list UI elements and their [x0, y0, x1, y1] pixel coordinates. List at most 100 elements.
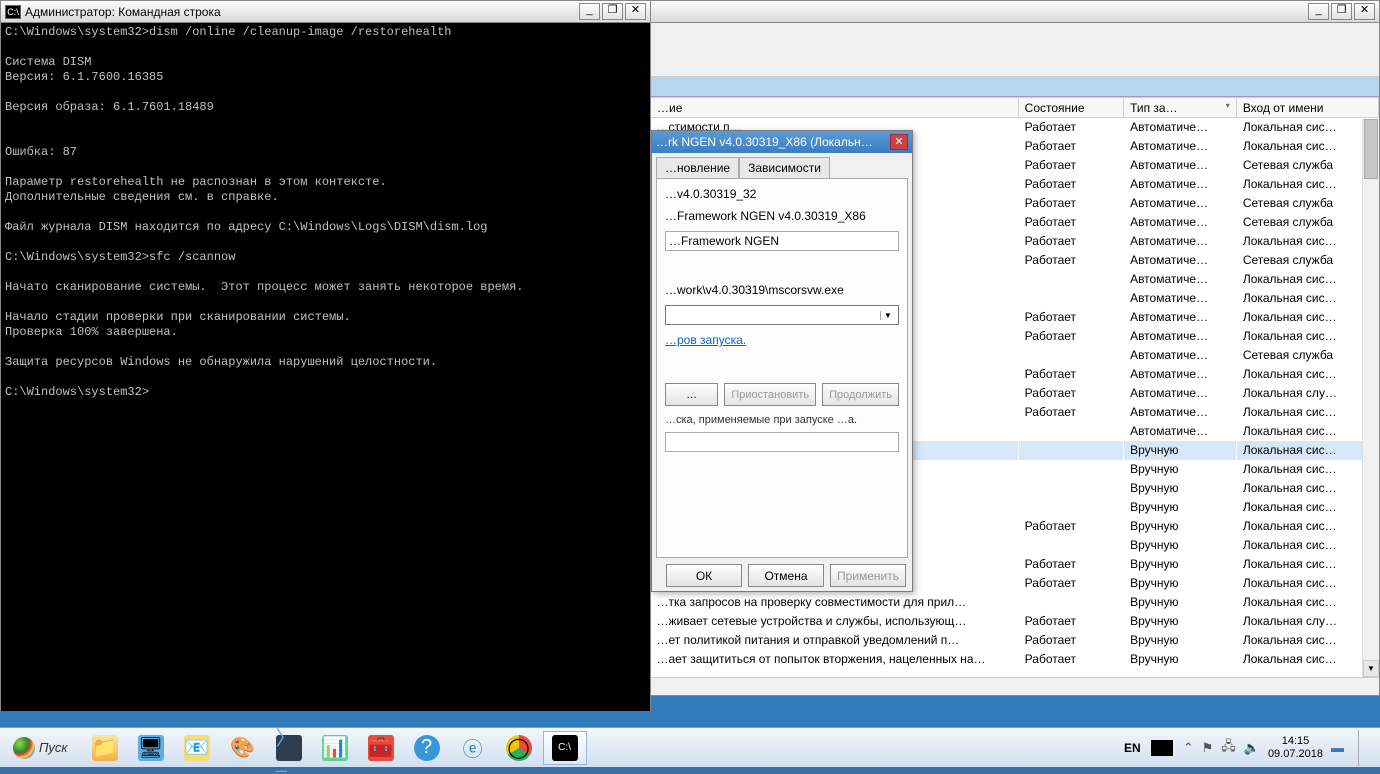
scrollbar-down-icon[interactable]: ▼	[1363, 660, 1379, 677]
paint-icon[interactable]: 🎨	[221, 731, 265, 765]
services-header-row: …ие Состояние Тип за…▾ Вход от имени	[651, 98, 1379, 118]
cell-state	[1018, 593, 1123, 612]
outlook-icon[interactable]: 📧	[175, 731, 219, 765]
cell-login: Локальная сис…	[1236, 270, 1378, 289]
table-row[interactable]: …ает защититься от попыток вторжения, на…	[651, 650, 1379, 669]
windows-logo-icon	[13, 737, 35, 759]
toolbox-icon[interactable]: 🧰	[359, 731, 403, 765]
cell-state: Работает	[1018, 213, 1123, 232]
cell-state	[1018, 441, 1123, 460]
cell-type: Вручную	[1124, 555, 1237, 574]
cell-state	[1018, 289, 1123, 308]
services-statusbar	[650, 677, 1379, 695]
tray-unknown-icon[interactable]	[1151, 740, 1173, 756]
start-params-input[interactable]	[665, 432, 899, 452]
cell-desc: …живает сетевые устройства и службы, исп…	[651, 612, 1019, 631]
clock-time: 14:15	[1268, 735, 1323, 748]
cell-desc: …ает защититься от попыток вторжения, на…	[651, 650, 1019, 669]
system-tray: EN ⌃ ⚑ 🖧 🔈 14:15 09.07.2018 ▬	[1124, 730, 1376, 766]
flag-icon[interactable]: ⚑	[1202, 740, 1214, 756]
cell-login: Локальная слу…	[1236, 384, 1378, 403]
startup-type-combo[interactable]: ▼	[665, 305, 899, 325]
cell-state	[1018, 536, 1123, 555]
col-state[interactable]: Состояние	[1018, 98, 1123, 118]
table-row[interactable]: …тка запросов на проверку совместимости …	[651, 593, 1379, 612]
start-button[interactable]: Пуск	[4, 732, 77, 764]
network-icon[interactable]: 🖧	[1221, 737, 1236, 759]
table-row[interactable]: …живает сетевые устройства и службы, исп…	[651, 612, 1379, 631]
cmd-close-button[interactable]: ✕	[625, 3, 646, 20]
cell-state: Работает	[1018, 137, 1123, 156]
properties-titlebar[interactable]: …rk NGEN v4.0.30319_X86 (Локальн… ✕	[652, 131, 912, 153]
cell-login: Локальная сис…	[1236, 650, 1378, 669]
cell-desc: …ет политикой питания и отправкой уведом…	[651, 631, 1019, 650]
properties-title: …rk NGEN v4.0.30319_X86 (Локальн…	[656, 135, 890, 149]
cell-login: Локальная сис…	[1236, 289, 1378, 308]
cell-state: Работает	[1018, 384, 1123, 403]
cmd-minimize-button[interactable]: _	[579, 3, 600, 20]
cell-desc: …тка запросов на проверку совместимости …	[651, 593, 1019, 612]
taskbar-clock[interactable]: 14:15 09.07.2018	[1268, 735, 1323, 761]
scrollbar-thumb[interactable]	[1364, 119, 1378, 179]
col-logon[interactable]: Вход от имени	[1236, 98, 1378, 118]
volume-icon[interactable]: 🔈	[1244, 740, 1260, 756]
cell-state	[1018, 422, 1123, 441]
services-minimize-button[interactable]: _	[1308, 3, 1329, 20]
cell-login: Локальная сис…	[1236, 232, 1378, 251]
cell-login: Локальная сис…	[1236, 460, 1378, 479]
services-scrollbar[interactable]: ▼	[1362, 119, 1379, 677]
cell-state	[1018, 479, 1123, 498]
taskbar-pinned: 📁 🖥 📧 🎨 〉_ 📊 🧰 ? ⓔ ◯ C:\	[83, 731, 587, 765]
task-manager-icon[interactable]: 📊	[313, 731, 357, 765]
start-button[interactable]: …	[665, 383, 718, 406]
server-manager-icon[interactable]: 🖥	[129, 731, 173, 765]
tab-recovery[interactable]: …новление	[656, 157, 739, 178]
cell-type: Вручную	[1124, 479, 1237, 498]
cell-type: Автоматиче…	[1124, 403, 1237, 422]
cmd-terminal[interactable]: C:\Windows\system32>dism /online /cleanu…	[1, 23, 650, 711]
display-name-value: …Framework NGEN v4.0.30319_X86	[665, 209, 899, 223]
properties-close-button[interactable]: ✕	[890, 134, 908, 150]
table-row[interactable]: …ет политикой питания и отправкой уведом…	[651, 631, 1379, 650]
ok-button[interactable]: ОК	[666, 564, 742, 587]
properties-body: …v4.0.30319_32 …Framework NGEN v4.0.3031…	[656, 178, 908, 558]
cmd-titlebar[interactable]: C:\ Администратор: Командная строка _ ❐ …	[1, 1, 650, 23]
cell-state: Работает	[1018, 118, 1123, 137]
cell-state: Работает	[1018, 308, 1123, 327]
tray-expand-icon[interactable]: ⌃	[1183, 740, 1194, 756]
cell-type: Автоматиче…	[1124, 232, 1237, 251]
tray-app-icon[interactable]: ▬	[1331, 740, 1344, 755]
cell-type: Вручную	[1124, 650, 1237, 669]
cell-type: Вручную	[1124, 612, 1237, 631]
help-icon[interactable]: ?	[405, 731, 449, 765]
cell-login: Локальная сис…	[1236, 574, 1378, 593]
col-startup-type[interactable]: Тип за…▾	[1124, 98, 1237, 118]
cell-login: Сетевая служба	[1236, 156, 1378, 175]
ie-icon[interactable]: ⓔ	[451, 731, 495, 765]
services-maximize-button[interactable]: ❐	[1331, 3, 1352, 20]
language-indicator[interactable]: EN	[1124, 741, 1141, 755]
description-input[interactable]	[665, 231, 899, 251]
resume-button: Продолжить	[822, 383, 899, 406]
cmd-maximize-button[interactable]: ❐	[602, 3, 623, 20]
cell-type: Автоматиче…	[1124, 213, 1237, 232]
cell-state	[1018, 270, 1123, 289]
cell-type: Автоматиче…	[1124, 156, 1237, 175]
cmd-title: Администратор: Командная строка	[25, 5, 579, 19]
tab-dependencies[interactable]: Зависимости	[739, 157, 830, 178]
cmd-taskbar-icon[interactable]: C:\	[543, 731, 587, 765]
cell-type: Вручную	[1124, 593, 1237, 612]
show-desktop-button[interactable]	[1358, 730, 1370, 766]
startup-help-link[interactable]: …ров запуска.	[665, 333, 746, 347]
services-close-button[interactable]: ✕	[1354, 3, 1375, 20]
powershell-icon[interactable]: 〉_	[267, 731, 311, 765]
col-description[interactable]: …ие	[651, 98, 1019, 118]
services-header-strip	[650, 77, 1379, 97]
cell-type: Вручную	[1124, 517, 1237, 536]
cell-state: Работает	[1018, 251, 1123, 270]
services-titlebar: _ ❐ ✕	[650, 1, 1379, 23]
cell-type: Автоматиче…	[1124, 384, 1237, 403]
chrome-icon[interactable]: ◯	[497, 731, 541, 765]
explorer-icon[interactable]: 📁	[83, 731, 127, 765]
cancel-button[interactable]: Отмена	[748, 564, 824, 587]
